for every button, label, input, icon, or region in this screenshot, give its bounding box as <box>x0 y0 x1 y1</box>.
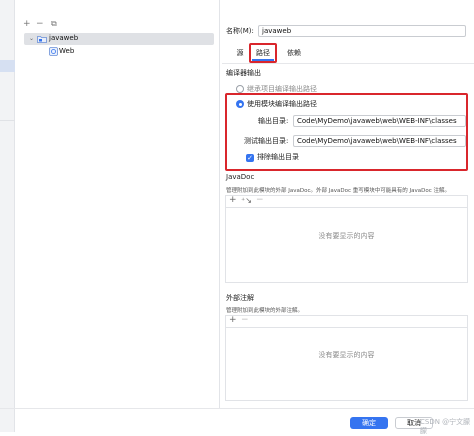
test-output-dir-input[interactable]: Code\MyDemo\javaweb\web\WEB-INF\classes <box>293 135 466 147</box>
web-facet-icon <box>49 47 58 56</box>
tab-paths[interactable]: 路径 <box>252 48 274 58</box>
module-tree-panel <box>15 0 220 408</box>
annotations-empty-text: 没有要显示的内容 <box>318 351 375 359</box>
footer-divider <box>0 408 474 409</box>
left-nav-selected-item[interactable] <box>0 60 15 72</box>
javadoc-empty-text: 没有要显示的内容 <box>318 232 375 240</box>
exclude-output-label: 排除输出目录 <box>257 153 299 161</box>
remove-icon[interactable]: − <box>36 19 44 29</box>
watermark: CSDN @宁文朦朦 <box>420 418 471 435</box>
javadoc-add-url-icon[interactable]: ⁺↘ <box>241 196 252 206</box>
compiler-output-title: 编译器输出 <box>226 69 261 77</box>
javadoc-remove-icon[interactable]: − <box>256 195 264 205</box>
use-module-output-label: 使用模块编译输出路径 <box>247 100 317 108</box>
copy-icon[interactable]: ⧉ <box>51 19 57 29</box>
tree-item-javaweb-label: javaweb <box>49 34 79 42</box>
test-output-dir-label: 测试输出目录: <box>244 137 289 145</box>
inherit-output-radio[interactable] <box>236 85 244 93</box>
annotations-title: 外部注解 <box>226 294 254 302</box>
tabs-divider <box>222 63 474 64</box>
output-dir-input[interactable]: Code\MyDemo\javaweb\web\WEB-INF\classes <box>293 115 466 127</box>
javadoc-description: 管理附加到此模块的外部 JavaDoc。外部 JavaDoc 重写模块中可能具有… <box>226 188 450 194</box>
annotations-toolbar <box>226 316 467 328</box>
active-tab-underline <box>252 59 274 61</box>
chevron-down-icon[interactable]: ⌄ <box>29 35 34 43</box>
annotations-remove-icon[interactable]: − <box>241 315 249 325</box>
module-folder-icon <box>37 36 47 43</box>
tree-item-web-label[interactable]: Web <box>59 47 74 56</box>
output-dir-label: 输出目录: <box>258 117 289 125</box>
exclude-output-checkbox[interactable]: ✓ <box>246 154 254 162</box>
annotations-description: 管理附加到此模块的外部注解。 <box>226 308 304 314</box>
javadoc-title: JavaDoc <box>226 173 255 181</box>
tab-sources[interactable]: 源 <box>233 48 247 58</box>
name-label: 名称(M): <box>226 27 254 35</box>
add-icon[interactable]: + <box>23 19 31 29</box>
tab-dependencies[interactable]: 依赖 <box>284 48 304 58</box>
annotations-add-icon[interactable]: + <box>229 315 237 325</box>
javadoc-add-icon[interactable]: + <box>229 195 237 205</box>
name-input[interactable]: javaweb <box>258 25 466 37</box>
left-nav-divider <box>0 120 15 121</box>
use-module-output-radio[interactable] <box>236 100 244 108</box>
ok-button[interactable]: 确定 <box>350 417 388 429</box>
